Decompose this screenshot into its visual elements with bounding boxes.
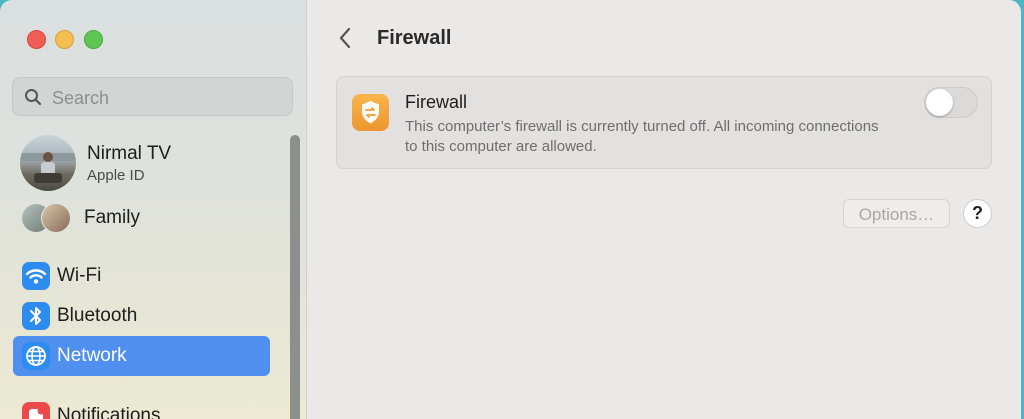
minimize-window-button[interactable] [55, 30, 74, 49]
zoom-window-button[interactable] [84, 30, 103, 49]
bell-icon [22, 402, 50, 419]
sidebar-item-wifi[interactable]: Wi-Fi [13, 256, 270, 296]
sidebar-item-label: Network [57, 345, 127, 366]
sidebar-item-label: Bluetooth [57, 305, 138, 326]
close-window-button[interactable] [27, 30, 46, 49]
avatar [20, 135, 76, 191]
sidebar-item-network[interactable]: Network [13, 336, 270, 376]
family-label: Family [84, 207, 140, 228]
bluetooth-icon [22, 302, 50, 330]
firewall-title: Firewall [405, 92, 468, 112]
toggle-knob [926, 89, 953, 116]
sidebar-item-bluetooth[interactable]: Bluetooth [13, 296, 270, 336]
family-item[interactable]: Family [21, 203, 281, 233]
main-content: Firewall Firewall This computer’s firewa… [307, 0, 1021, 419]
firewall-description: This computer’s firewall is currently tu… [405, 118, 879, 155]
account-name: Nirmal TV [87, 143, 172, 164]
globe-icon [22, 342, 50, 370]
sidebar-item-label: Notifications [57, 405, 161, 419]
search-input[interactable] [50, 85, 284, 111]
search-box[interactable] [12, 77, 293, 116]
wifi-icon [22, 262, 50, 290]
back-chevron-icon[interactable] [335, 25, 355, 51]
help-button[interactable]: ? [963, 199, 992, 228]
sidebar-scrollbar[interactable] [290, 135, 300, 419]
settings-window: Nirmal TV Apple ID Family Wi-Fi [0, 0, 1021, 419]
sidebar: Nirmal TV Apple ID Family Wi-Fi [0, 0, 307, 419]
page-title: Firewall [377, 27, 452, 49]
options-button[interactable]: Options… [843, 199, 950, 228]
firewall-card: Firewall This computer’s firewall is cur… [336, 76, 992, 169]
account-subtitle: Apple ID [87, 167, 145, 184]
family-avatar [41, 203, 71, 233]
sidebar-item-notifications[interactable]: Notifications [13, 396, 270, 419]
search-icon [25, 89, 42, 106]
apple-id-account[interactable]: Nirmal TV Apple ID [20, 135, 280, 191]
firewall-shield-icon [352, 94, 389, 131]
sidebar-item-label: Wi-Fi [57, 265, 102, 286]
firewall-toggle[interactable] [924, 87, 978, 118]
